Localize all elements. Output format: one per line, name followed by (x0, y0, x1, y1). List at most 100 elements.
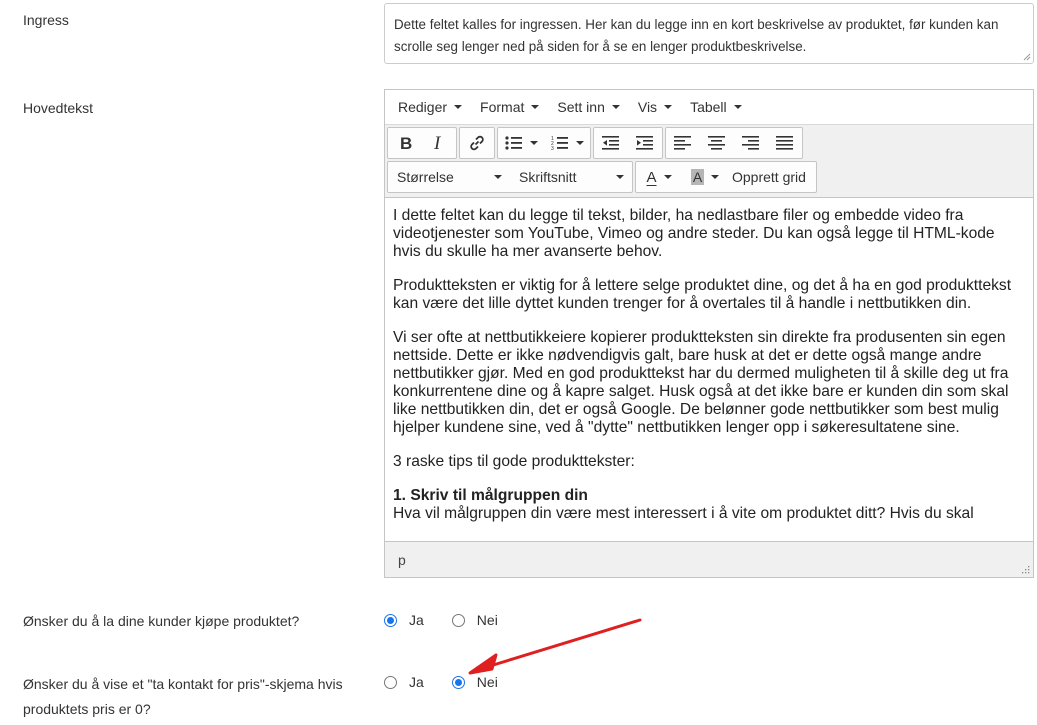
link-button[interactable] (460, 128, 494, 158)
tip-heading: 1. Skriv til målgruppen din (393, 487, 588, 504)
hovedtekst-label: Hovedtekst (23, 100, 94, 116)
option-label: Nei (476, 674, 498, 690)
caret-down-icon (454, 105, 463, 109)
element-path[interactable]: p (398, 552, 406, 568)
contact-question-line2: produktets pris er 0? (23, 701, 151, 717)
caret-down-icon (531, 105, 540, 109)
editor-statusbar: p (385, 541, 1033, 577)
align-center-icon (708, 136, 725, 150)
menu-label: Tabell (690, 99, 727, 115)
indent-icon (636, 136, 653, 150)
link-group (459, 127, 495, 159)
menu-rediger[interactable]: Rediger (389, 99, 471, 115)
resize-grip-icon[interactable] (1023, 53, 1031, 61)
menu-tabell[interactable]: Tabell (681, 99, 751, 115)
menu-sett-inn[interactable]: Sett inn (548, 99, 628, 115)
align-justify-icon (776, 136, 793, 150)
font-select-group: Størrelse Skriftsnitt (387, 161, 633, 193)
menu-label: Vis (637, 99, 658, 115)
caret-down-icon (575, 141, 584, 145)
align-right-button[interactable] (734, 128, 768, 158)
svg-text:3: 3 (551, 146, 554, 151)
option-label: Nei (476, 612, 498, 628)
caret-down-icon (611, 105, 620, 109)
ingress-label: Ingress (23, 12, 69, 28)
create-grid-button[interactable]: Opprett grid (728, 162, 816, 192)
caret-down-icon (664, 105, 673, 109)
align-center-button[interactable] (700, 128, 734, 158)
indent-button[interactable] (628, 128, 662, 158)
font-family-label: Skriftsnitt (519, 169, 577, 185)
contact-option-ja[interactable]: Ja (384, 674, 424, 690)
editor-toolbar: B I 123 Størrelse Skriftsnitt A A Oppret… (385, 125, 1033, 198)
background-color-icon: A (690, 169, 705, 185)
rich-text-editor: Rediger Format Sett inn Vis Tabell B I 1… (384, 89, 1034, 578)
align-right-icon (742, 136, 759, 150)
caret-down-icon (663, 175, 672, 179)
menu-label: Sett inn (557, 99, 605, 115)
radio-button[interactable] (384, 675, 397, 689)
ingress-textarea[interactable]: Dette feltet kalles for ingressen. Her k… (384, 3, 1034, 64)
menu-label: Format (480, 99, 525, 115)
tip-text: Hva vil målgruppen din være mest interes… (393, 505, 974, 522)
link-icon (470, 135, 484, 151)
bold-button[interactable]: B (388, 128, 422, 158)
content-paragraph: Produktteksten er viktig for å lettere s… (393, 277, 1012, 312)
toolbar-row-1: B I 123 (387, 127, 1031, 159)
italic-icon: I (433, 135, 442, 151)
bullet-list-button[interactable] (498, 128, 544, 158)
option-label: Ja (409, 674, 424, 690)
radio-button-checked[interactable] (451, 675, 465, 689)
list-group: 123 (497, 127, 591, 159)
buy-radio-group: Ja Nei (384, 612, 526, 628)
indent-group (593, 127, 663, 159)
align-left-button[interactable] (666, 128, 700, 158)
caret-down-icon (733, 105, 742, 109)
content-paragraph: 3 raske tips til gode produkttekster: (393, 453, 635, 470)
numbered-list-button[interactable]: 123 (544, 128, 590, 158)
ingress-text: Dette feltet kalles for ingressen. Her k… (394, 17, 999, 54)
editor-content[interactable]: I dette feltet kan du legge til tekst, b… (385, 192, 1033, 541)
buy-question-label: Ønsker du å la dine kunder kjøpe produkt… (23, 613, 300, 629)
radio-button[interactable] (451, 613, 465, 627)
align-group (665, 127, 803, 159)
menu-vis[interactable]: Vis (629, 99, 681, 115)
bold-icon: B (400, 135, 412, 151)
menu-format[interactable]: Format (471, 99, 548, 115)
caret-down-icon (711, 175, 720, 179)
bullet-list-icon (504, 136, 522, 150)
create-grid-label: Opprett grid (732, 169, 806, 185)
contact-question-label: Ønsker du å vise et "ta kontakt for pris… (23, 672, 343, 722)
font-family-select[interactable]: Skriftsnitt (510, 162, 632, 192)
contact-option-nei[interactable]: Nei (451, 674, 498, 690)
caret-down-icon (529, 141, 538, 145)
outdent-icon (602, 136, 619, 150)
align-left-icon (674, 136, 691, 150)
font-size-label: Størrelse (397, 169, 454, 185)
font-size-select[interactable]: Størrelse (388, 162, 510, 192)
caret-down-icon (494, 175, 502, 179)
align-justify-button[interactable] (768, 128, 802, 158)
contact-question-line1: Ønsker du å vise et "ta kontakt for pris… (23, 676, 343, 692)
toolbar-row-2: Størrelse Skriftsnitt A A Opprett grid (387, 161, 1031, 193)
menu-label: Rediger (398, 99, 448, 115)
option-label: Ja (409, 612, 424, 628)
numbered-list-icon: 123 (551, 136, 568, 151)
svg-text:I: I (433, 135, 442, 151)
outdent-button[interactable] (594, 128, 628, 158)
resize-grip-icon[interactable] (1021, 565, 1030, 574)
editor-menubar: Rediger Format Sett inn Vis Tabell (385, 90, 1033, 125)
contact-radio-group: Ja Nei (384, 674, 526, 690)
font-color-button[interactable]: A (636, 162, 682, 192)
buy-option-nei[interactable]: Nei (451, 612, 498, 628)
content-paragraph: Vi ser ofte at nettbutikkeiere kopierer … (393, 329, 1009, 436)
radio-button-checked[interactable] (384, 613, 397, 627)
svg-text:B: B (400, 135, 412, 151)
italic-button[interactable]: I (422, 128, 456, 158)
buy-option-ja[interactable]: Ja (384, 612, 424, 628)
format-group: B I (387, 127, 457, 159)
background-color-button[interactable]: A (682, 162, 728, 192)
caret-down-icon (616, 175, 624, 179)
color-group: A A Opprett grid (635, 161, 817, 193)
font-color-icon: A (646, 168, 657, 186)
